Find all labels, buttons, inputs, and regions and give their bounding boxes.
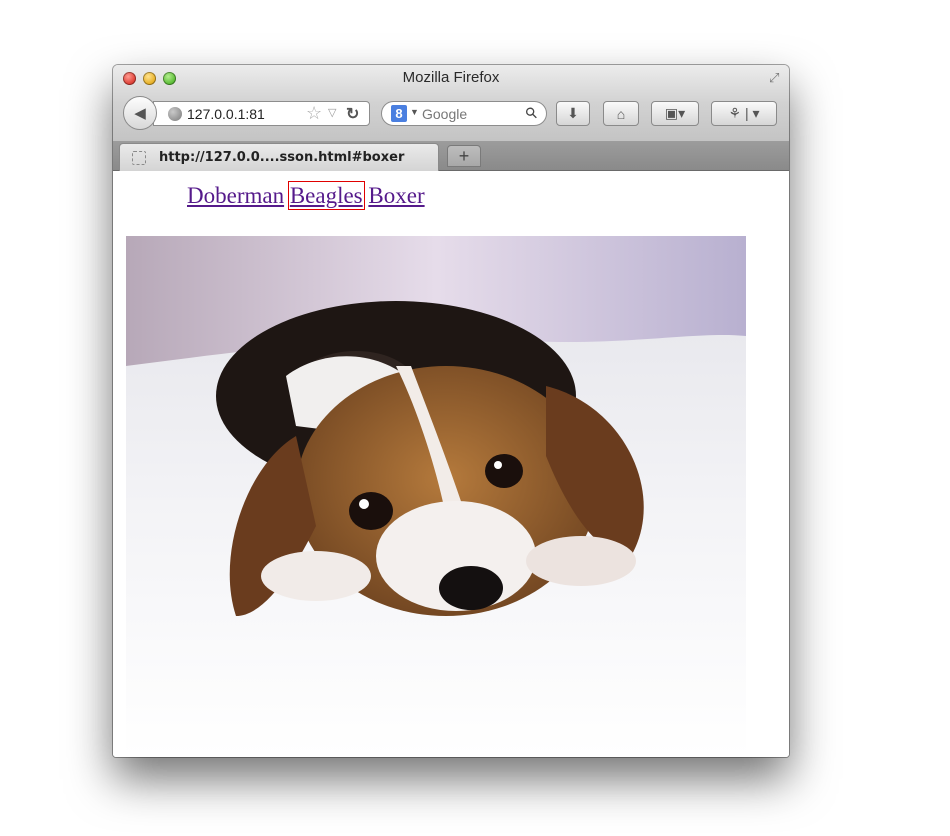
bookmarks-button[interactable]: ▣▾ bbox=[651, 101, 699, 126]
breed-nav: Doberman Beagles Boxer bbox=[187, 181, 425, 210]
bookmark-star-icon[interactable]: ☆ bbox=[306, 103, 322, 124]
link-doberman[interactable]: Doberman bbox=[187, 183, 284, 208]
link-beagles[interactable]: Beagles bbox=[287, 181, 365, 210]
tab-active[interactable]: http://127.0.0....sson.html#boxer bbox=[119, 143, 439, 171]
bookmarks-icon: ▣▾ bbox=[664, 105, 686, 121]
beagle-puppy-image bbox=[126, 236, 746, 757]
window-title: Mozilla Firefox bbox=[402, 69, 500, 86]
search-engine-dropdown-icon[interactable]: ▼ bbox=[410, 107, 419, 117]
home-icon: ⌂ bbox=[616, 105, 626, 122]
google-icon[interactable]: 8 bbox=[391, 105, 407, 122]
search-bar[interactable]: 8 ▼ Google ⚲ bbox=[381, 101, 547, 126]
reload-icon[interactable]: ↻ bbox=[346, 104, 359, 124]
magnifier-icon[interactable]: ⚲ bbox=[521, 103, 542, 123]
browser-window: Mozilla Firefox ⤢ 127.0.0.1:81 ☆ ▽ ↻ ◀ 8… bbox=[113, 65, 789, 757]
default-favicon-icon bbox=[132, 151, 146, 165]
new-tab-button[interactable]: + bbox=[447, 145, 481, 167]
globe-icon bbox=[168, 107, 182, 121]
back-button[interactable]: ◀ bbox=[123, 96, 157, 130]
tab-title: http://127.0.0....sson.html#boxer bbox=[159, 150, 405, 165]
home-button[interactable]: ⌂ bbox=[603, 101, 639, 126]
link-boxer[interactable]: Boxer bbox=[368, 183, 424, 208]
page-content: Doberman Beagles Boxer bbox=[113, 171, 789, 757]
search-input[interactable]: Google bbox=[422, 106, 467, 122]
url-bar[interactable]: 127.0.0.1:81 ☆ ▽ ↻ bbox=[153, 101, 370, 126]
addons-button[interactable]: ⚘ | ▾ bbox=[711, 101, 777, 126]
history-dropdown-icon[interactable]: ▽ bbox=[328, 106, 336, 119]
tab-strip: http://127.0.0....sson.html#boxer + bbox=[113, 141, 789, 171]
back-arrow-icon: ◀ bbox=[134, 105, 146, 122]
fullscreen-icon[interactable]: ⤢ bbox=[769, 71, 783, 85]
url-text[interactable]: 127.0.0.1:81 bbox=[187, 106, 305, 122]
title-bar: Mozilla Firefox ⤢ 127.0.0.1:81 ☆ ▽ ↻ ◀ 8… bbox=[113, 65, 789, 142]
puzzle-icon: ⚘ | ▾ bbox=[728, 105, 760, 121]
download-arrow-icon: ⬇ bbox=[567, 105, 579, 121]
downloads-button[interactable]: ⬇ bbox=[556, 101, 590, 126]
